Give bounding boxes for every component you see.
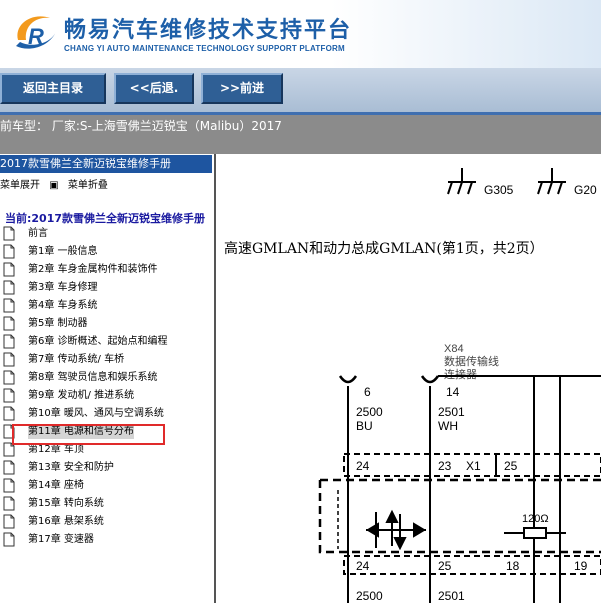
logo-icon: R [16,16,56,49]
document-icon [3,388,15,403]
document-icon [3,532,15,547]
pin-terminal [338,375,358,384]
tree-item-label: 第2章 车身金属构件和装饰件 [28,264,158,275]
connector-bottom-box [343,555,601,575]
forward-button[interactable]: >>前进 [201,73,283,104]
current-location: 当前:2017款雪佛兰全新迈锐宝维修手册 [5,212,206,225]
document-icon [3,478,15,493]
tree-item-label: 第16章 悬架系统 [28,516,104,527]
menu-controls: 菜单展开 ▣ 菜单折叠 [0,176,114,191]
wiring-diagram: G305 G20 X84 数据传输线 连接器 6 14 2500 BU 2501… [318,168,601,603]
back-button[interactable]: <<后退. [114,73,194,104]
term-18: 18 [506,559,520,573]
tree-item-label: 第17章 变速器 [28,534,94,545]
manual-title: 2017款雪佛兰全新迈锐宝维修手册 [0,155,212,173]
pin-b: 14 [446,385,460,399]
tree-item-label: 第5章 制动器 [28,318,88,329]
selected-highlight [12,424,165,445]
document-icon [3,280,15,295]
wire-b-number: 2501 [438,405,465,419]
tree-item-label: 第6章 诊断概述、起始点和编程 [28,336,168,347]
pin-terminal [420,375,440,384]
site-subtitle: CHANG YI AUTO MAINTENANCE TECHNOLOGY SUP… [64,44,345,53]
document-icon [3,334,15,349]
document-icon [3,514,15,529]
tree-item-label: 第9章 发动机/ 推进系统 [28,390,135,401]
back-to-main-button[interactable]: 返回主目录 [0,73,106,104]
tree-item-label: 第1章 一般信息 [28,246,98,257]
nav-bar: 返回主目录 <<后退. >>前进 [0,68,601,112]
term-24-bottom: 24 [356,559,370,573]
tree-item-label: 第3章 车身修理 [28,282,98,293]
tree-item-label: 前言 [28,228,48,239]
document-icon [3,262,15,277]
resistor-icon [523,527,547,539]
ground-icon [537,168,566,195]
module-outline [318,478,601,554]
tree-item-label: 第8章 驾驶员信息和娱乐系统 [28,372,158,383]
wire-a-number: 2500 [356,405,383,419]
svg-text:R: R [28,24,44,49]
tree-item-label: 第13章 安全和防护 [28,462,114,473]
vehicle-info: 前车型： 厂家:S-上海雪佛兰迈锐宝（Malibu）2017 [0,119,282,133]
term-24-top: 24 [356,459,370,473]
header: R 畅易汽车维修技术支持平台 CHANG YI AUTO MAINTENANCE… [0,0,601,68]
tree-item-label: 第10章 暖风、通风与空调系统 [28,408,164,419]
tree-item-label: 第4章 车身系统 [28,300,98,311]
document-icon [3,460,15,475]
term-25-bottom: 25 [438,559,452,573]
vehicle-info-bar: 前车型： 厂家:S-上海雪佛兰迈锐宝（Malibu）2017 [0,115,601,154]
document-icon [3,352,15,367]
collapse-icon[interactable]: ▣ [49,180,58,191]
document-icon [3,226,15,241]
pin-a: 6 [364,385,371,399]
site-title: 畅易汽车维修技术支持平台 [64,18,353,43]
tree-item-label: 第15章 转向系统 [28,498,104,509]
tree-item-label: 第14章 座椅 [28,480,84,491]
term-23: 23 [438,459,452,473]
term-19: 19 [574,559,588,573]
collapse-menu-button[interactable]: 菜单折叠 [68,176,108,191]
ground-icon [447,168,476,195]
wire-d-number: 2501 [438,589,465,603]
ground-label-2: G20 [574,183,597,197]
document-icon [3,370,15,385]
terminating-resistor-label: 120Ω [522,513,549,525]
connector-name-line1: 数据传输线 [444,354,499,368]
ground-label-1: G305 [484,183,514,197]
connector-x1: X1 [466,459,481,473]
transceiver-icon [347,504,431,551]
wire-b-color: WH [438,419,458,433]
tree-item-label: 第7章 传动系统/ 车桥 [28,354,125,365]
term-25-top: 25 [504,459,518,473]
wire-a-color: BU [356,419,373,433]
document-icon [3,298,15,313]
tree-item-label: 第12章 车顶 [28,444,84,455]
wire-c-number: 2500 [356,589,383,603]
document-icon [3,316,15,331]
diagram-pane: 高速GMLAN和动力总成GMLAN(第1页，共2页） G305 G20 X84 … [216,154,601,603]
document-icon [3,496,15,511]
document-icon [3,406,15,421]
expand-menu-button[interactable]: 菜单展开 [0,176,40,191]
connector-id: X84 [444,343,464,355]
sidebar: 2017款雪佛兰全新迈锐宝维修手册 菜单展开 ▣ 菜单折叠 当前:2017款雪佛… [0,154,214,603]
document-icon [3,244,15,259]
connector-name-line2: 连接器 [444,368,477,381]
